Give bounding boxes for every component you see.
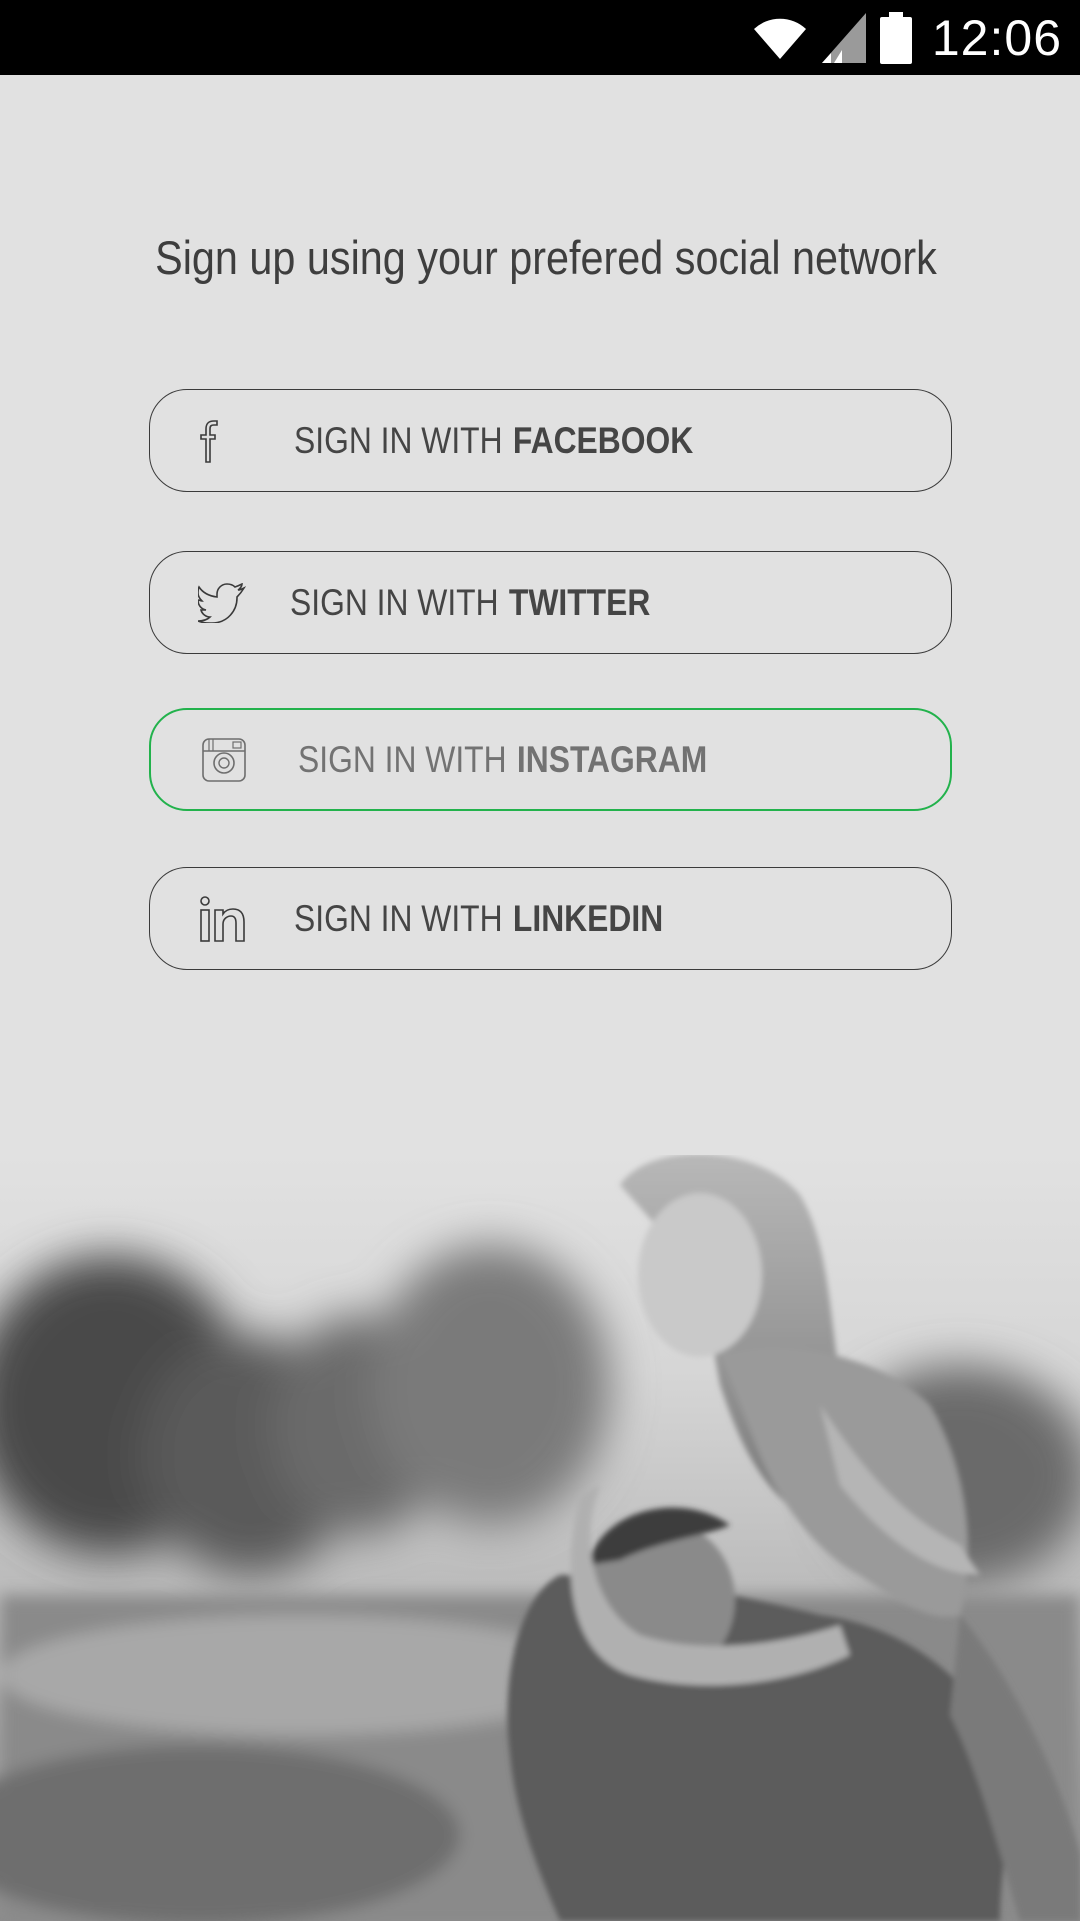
page-title: Sign up using your prefered social netwo… [155, 231, 937, 284]
battery-icon [879, 11, 912, 64]
status-bar: 12:06 [0, 0, 1080, 75]
instagram-label: SIGN IN WITH INSTAGRAM [298, 738, 708, 780]
linkedin-label: SIGN IN WITH LINKEDIN [294, 897, 664, 939]
twitter-label: SIGN IN WITH TWITTER [290, 581, 651, 623]
clock: 12:06 [931, 9, 1062, 66]
wifi-icon [753, 18, 806, 59]
facebook-icon [200, 419, 218, 463]
facebook-label: SIGN IN WITH FACEBOOK [294, 419, 694, 461]
twitter-signin-button[interactable]: SIGN IN WITH TWITTER [149, 551, 952, 654]
twitter-icon [198, 582, 246, 623]
linkedin-signin-button[interactable]: SIGN IN WITH LINKEDIN [149, 867, 952, 970]
instagram-icon [202, 737, 246, 782]
linkedin-icon [200, 895, 245, 942]
signup-screen: Sign up using your prefered social netwo… [0, 75, 1080, 1921]
background-photo [0, 1155, 1080, 1921]
status-icons: 12:06 [752, 0, 1062, 75]
signal-icon [821, 12, 866, 63]
facebook-signin-button[interactable]: SIGN IN WITH FACEBOOK [149, 389, 952, 492]
instagram-signin-button[interactable]: SIGN IN WITH INSTAGRAM [149, 708, 952, 811]
